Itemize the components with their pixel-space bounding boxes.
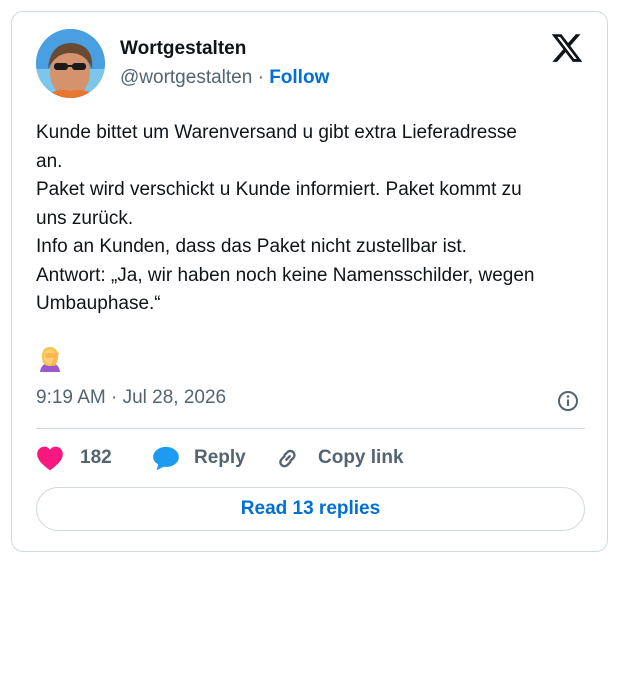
facepalm-woman-emoji-icon bbox=[40, 347, 60, 372]
tweet-card: Wortgestalten @wortgestalten · Follow Ku… bbox=[11, 11, 608, 552]
reply-label: Reply bbox=[194, 447, 246, 468]
reply-bubble-icon bbox=[153, 446, 179, 471]
tweet-timestamp[interactable]: 9:19 AM · Jul 28, 2026 bbox=[36, 387, 226, 409]
tweet-line: an. bbox=[36, 150, 63, 172]
copy-link-button[interactable]: Copy link bbox=[274, 440, 404, 476]
author-handle[interactable]: @wortgestalten bbox=[120, 67, 252, 88]
x-logo-icon[interactable] bbox=[550, 31, 584, 65]
avatar[interactable] bbox=[36, 29, 105, 98]
author-name[interactable]: Wortgestalten bbox=[120, 38, 246, 60]
info-icon[interactable] bbox=[556, 389, 580, 413]
like-count: 182 bbox=[80, 447, 112, 468]
link-icon bbox=[279, 449, 296, 468]
author-handle-row: @wortgestalten · Follow bbox=[120, 67, 329, 89]
tweet-text: Kunde bittet um Warenversand u gibt extr… bbox=[36, 119, 596, 319]
copy-link-label: Copy link bbox=[318, 447, 404, 468]
tweet-line: uns zurück. bbox=[36, 207, 134, 229]
read-replies-button[interactable]: Read 13 replies bbox=[36, 487, 585, 531]
tweet-line: Paket wird verschickt u Kunde informiert… bbox=[36, 179, 522, 200]
tweet-line: Info an Kunden, dass das Paket nicht zus… bbox=[36, 236, 467, 257]
tweet-line: Kunde bittet um Warenversand u gibt extr… bbox=[36, 122, 517, 143]
follow-button[interactable]: Follow bbox=[269, 67, 329, 88]
avatar-photo bbox=[36, 29, 105, 98]
reply-button[interactable]: Reply bbox=[152, 440, 246, 476]
divider bbox=[36, 428, 585, 429]
like-button[interactable]: 182 bbox=[36, 440, 112, 476]
tweet-line: Umbauphase.“ bbox=[36, 293, 161, 314]
read-replies-label: Read 13 replies bbox=[240, 498, 381, 519]
separator-dot: · bbox=[257, 67, 264, 88]
tweet-line: Antwort: „Ja, wir haben noch keine Namen… bbox=[36, 264, 535, 286]
heart-icon bbox=[37, 446, 63, 471]
action-bar: 182 Reply Copy link bbox=[36, 440, 585, 476]
